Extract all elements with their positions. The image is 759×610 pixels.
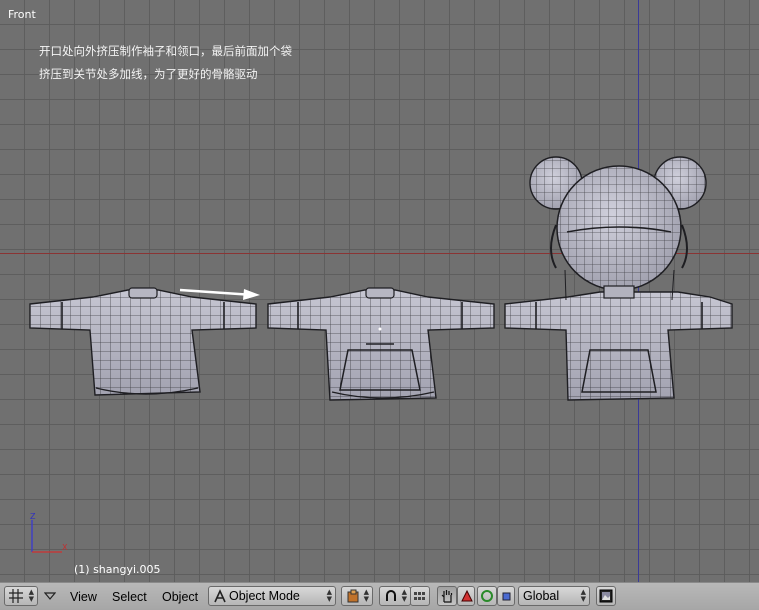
updown-icon: ▲ ▼ [401,588,407,603]
scale-icon [501,591,513,603]
manipulator-toggle-button[interactable] [437,586,457,606]
axis-gizmo: Z X [24,510,84,560]
header-collapse-icon[interactable] [44,591,56,601]
rotate-button[interactable] [477,586,497,606]
view-name: Front [8,8,36,21]
gizmo-x-label: X [62,543,68,552]
mesh-canvas [29,156,733,401]
updown-icon: ▲ ▼ [363,588,369,603]
orientation-label: Global [523,589,560,603]
updown-icon: ▲ ▼ [326,588,332,603]
menu-select[interactable]: Select [112,590,147,604]
updown-icon: ▲ ▼ [28,588,34,603]
sweater-stage-2[interactable] [267,287,495,401]
translate-button[interactable] [457,586,475,606]
rotate-icon [480,589,494,603]
mode-dropdown[interactable]: Object Mode ▲ ▼ [208,586,336,606]
updown-icon: ▲ ▼ [580,588,586,603]
mode-label: Object Mode [229,589,300,603]
orientation-dropdown[interactable]: Global ▲ ▼ [518,586,590,606]
object-mode-icon [213,589,227,603]
pivot-dropdown[interactable]: ▲ ▼ [379,586,411,606]
draw-type-dropdown[interactable]: ▲ ▼ [341,586,373,606]
layers-icon [413,590,427,602]
menu-object[interactable]: Object [162,590,198,604]
character-with-sweater[interactable] [504,156,733,401]
menu-view[interactable]: View [70,590,97,604]
3d-viewport[interactable]: Front 开口处向外挤压制作袖子和领口，最后前面加个袋 挤压到关节处多加线，为… [0,0,759,582]
sweater-stage-1[interactable] [29,287,257,396]
hand-icon [440,589,454,603]
render-button[interactable] [596,586,616,606]
render-icon [599,589,613,603]
layers-button[interactable] [410,586,430,606]
draw-type-icon [346,589,360,603]
translate-icon [460,589,474,603]
gizmo-z-label: Z [30,512,36,521]
editor-type-button[interactable]: ▲ ▼ [4,586,38,606]
annotation-line-1: 开口处向外挤压制作袖子和领口，最后前面加个袋 [39,44,292,58]
viewport-header: ▲ ▼ View Select Object Object Mode ▲ ▼ ▲ ▼ … [0,582,759,610]
pivot-icon [384,589,398,603]
active-object-info: (1) shangyi.005 [74,563,161,576]
annotation-line-2: 挤压到关节处多加线，为了更好的骨骼驱动 [39,67,258,81]
grid-icon [9,589,23,603]
scale-button[interactable] [497,586,515,606]
